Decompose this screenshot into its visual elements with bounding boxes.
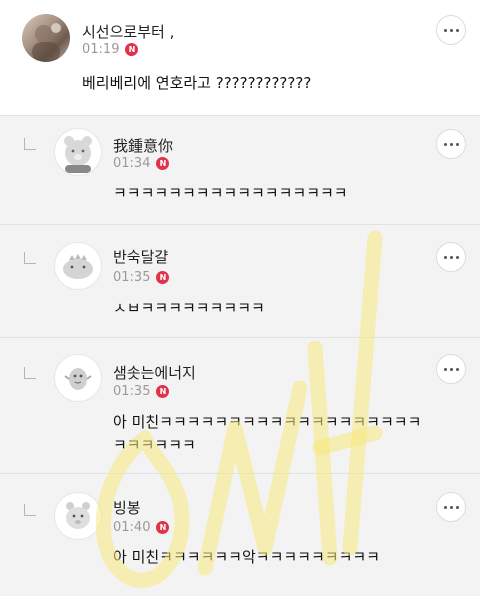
comment-text: 베리베리에 연호라고 ???????????? (82, 74, 312, 92)
comment-text: ㅋㅋㅋㅋㅋㅋㅋㅋㅋㅋㅋㅋㅋㅋㅋㅋㅋ (113, 184, 348, 202)
user-avatar[interactable] (54, 492, 102, 540)
username[interactable]: 빙봉 (113, 497, 141, 518)
more-dot-icon (443, 505, 447, 509)
new-badge: N (156, 385, 170, 398)
comment-1: 시선으로부터 , 01:19 N 베리베리에 연호라고 ???????????? (0, 0, 480, 115)
more-dot-icon (443, 255, 447, 259)
reply-comment-3: 샘솟는에너지 01:35 N 아 미친ㅋㅋㅋㅋㅋㅋㅋㅋㅋㅋㅋㅋㅋㅋㅋㅋㅋㅋㅋ ㅋ… (0, 338, 480, 473)
profile-photo-icon (32, 23, 61, 62)
more-dot-icon (455, 142, 459, 146)
hamster-avatar-icon (66, 502, 90, 529)
new-badge: N (156, 521, 170, 534)
timestamp: 01:35 (113, 384, 151, 399)
reply-arrow-icon (24, 252, 36, 264)
comment-meta: 01:40 N (113, 520, 170, 535)
timestamp: 01:35 (113, 270, 151, 285)
more-dot-icon (455, 505, 459, 509)
more-dot-icon (455, 367, 459, 371)
creature-avatar-icon (64, 368, 92, 390)
more-dot-icon (449, 142, 453, 146)
comment-meta: 01:35 N (113, 384, 170, 399)
username[interactable]: 我鍾意你 (113, 135, 173, 156)
comment-meta: 01:34 N (113, 156, 170, 171)
more-options-button[interactable] (436, 129, 466, 159)
dinosaur-avatar-icon (63, 254, 93, 279)
bear-avatar-icon (64, 136, 92, 173)
more-options-button[interactable] (436, 492, 466, 522)
more-dot-icon (449, 505, 453, 509)
user-avatar[interactable] (54, 128, 102, 176)
new-badge: N (156, 157, 170, 170)
username[interactable]: 시선으로부터 , (82, 21, 174, 42)
username[interactable]: 샘솟는에너지 (113, 362, 196, 383)
more-dot-icon (443, 142, 447, 146)
more-dot-icon (455, 28, 459, 32)
more-dot-icon (455, 255, 459, 259)
reply-arrow-icon (24, 504, 36, 516)
reply-comment-2: 반숙달걀 01:35 N ㅅㅂㅋㅋㅋㅋㅋㅋㅋㅋㅋ (0, 225, 480, 337)
new-badge: N (156, 271, 170, 284)
more-dot-icon (443, 367, 447, 371)
comment-text: 아 미친ㅋㅋㅋㅋㅋㅋ악ㅋㅋㅋㅋㅋㅋㅋㅋㅋ (113, 548, 380, 566)
reply-arrow-icon (24, 367, 36, 379)
user-avatar[interactable] (22, 14, 70, 62)
new-badge: N (125, 43, 139, 56)
reply-comment-1: 我鍾意你 01:34 N ㅋㅋㅋㅋㅋㅋㅋㅋㅋㅋㅋㅋㅋㅋㅋㅋㅋ (0, 116, 480, 224)
user-avatar[interactable] (54, 242, 102, 290)
reply-arrow-icon (24, 138, 36, 150)
more-options-button[interactable] (436, 242, 466, 272)
comment-text: ㅅㅂㅋㅋㅋㅋㅋㅋㅋㅋㅋ (113, 299, 265, 317)
comment-meta: 01:19 N (82, 42, 139, 57)
user-avatar[interactable] (54, 354, 102, 402)
timestamp: 01:34 (113, 156, 151, 171)
more-options-button[interactable] (436, 354, 466, 384)
reply-comment-4: 빙봉 01:40 N 아 미친ㅋㅋㅋㅋㅋㅋ악ㅋㅋㅋㅋㅋㅋㅋㅋㅋ (0, 474, 480, 596)
timestamp: 01:19 (82, 42, 120, 57)
more-dot-icon (449, 28, 453, 32)
username[interactable]: 반숙달걀 (113, 246, 168, 267)
comment-text-line-2: ㅋㅋㅋㅋㅋㅋ (113, 436, 196, 454)
comment-text-line-1: 아 미친ㅋㅋㅋㅋㅋㅋㅋㅋㅋㅋㅋㅋㅋㅋㅋㅋㅋㅋㅋ (113, 413, 422, 431)
more-dot-icon (449, 367, 453, 371)
timestamp: 01:40 (113, 520, 151, 535)
comment-meta: 01:35 N (113, 270, 170, 285)
more-dot-icon (449, 255, 453, 259)
more-dot-icon (443, 28, 447, 32)
more-options-button[interactable] (436, 15, 466, 45)
